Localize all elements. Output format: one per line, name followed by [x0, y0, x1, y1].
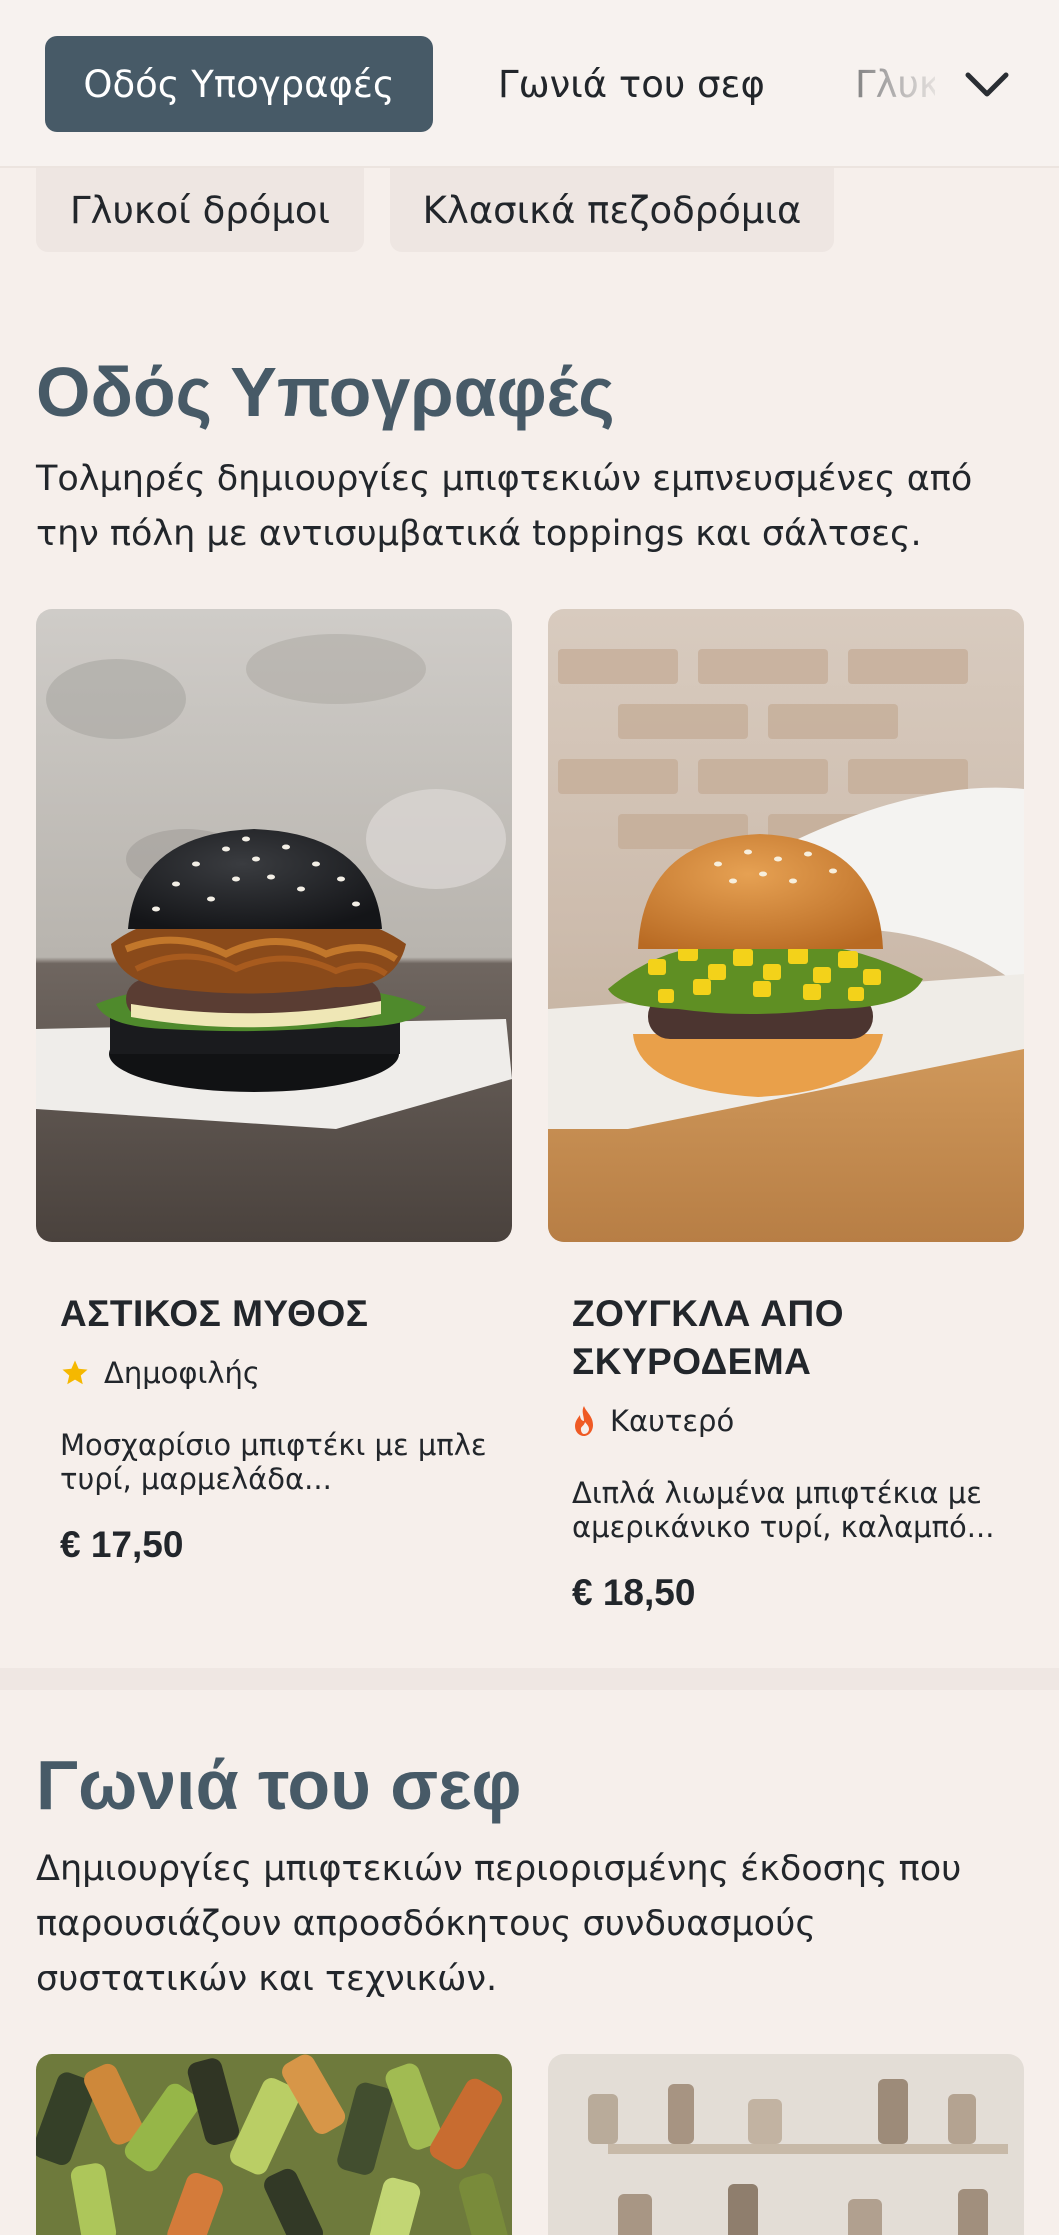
chip-classic-sidewalks[interactable]: Κλασικά πεζοδρόμια — [390, 168, 834, 252]
section-divider — [0, 1668, 1059, 1690]
burger-price: € 17,50 — [60, 1524, 184, 1565]
burger-image[interactable] — [548, 2054, 1024, 2235]
tab-signature-street[interactable]: Οδός Υπογραφές — [45, 36, 433, 132]
section-description: Δημιουργίες μπιφτεκιών περιορισμένης έκδ… — [36, 1849, 962, 1999]
section-description: Τολμηρές δημιουργίες μπιφτεκιών εμπνευσμ… — [36, 459, 973, 554]
category-nav: Οδός Υπογραφές Γωνιά του σεφ Γλυκ — [0, 0, 1059, 168]
burger-name: ΖΟΥΓΚΛΑ ΑΠΟ ΣΚΥΡΟΔΕΜΑ — [572, 1293, 845, 1382]
star-icon — [62, 1360, 88, 1385]
burger-image-urban-myth[interactable] — [36, 609, 512, 1242]
tab-chef-corner[interactable]: Γωνιά του σεφ — [498, 36, 765, 132]
burger-image-concrete-jungle[interactable] — [548, 609, 1024, 1242]
chip-sweet-streets[interactable]: Γλυκοί δρόμοι — [36, 168, 364, 252]
badge-label: Δημοφιλής — [104, 1356, 260, 1390]
burger-description: Διπλά λιωμένα μπιφτέκια με αμερικάνικο τ… — [572, 1476, 995, 1544]
section-title: Οδός Υπογραφές — [36, 353, 615, 431]
tab-sweet-streets[interactable]: Γλυκ — [855, 36, 935, 132]
chevron-down-icon[interactable] — [962, 60, 1012, 110]
burger-name: ΑΣΤΙΚΟΣ ΜΥΘΟΣ — [60, 1293, 369, 1334]
tab-sweet-label: Γλυκ — [855, 62, 935, 106]
spicy-badge: Καυτερό — [572, 1404, 734, 1438]
burger-image[interactable] — [36, 2054, 512, 2235]
burger-price: € 18,50 — [572, 1572, 696, 1613]
badge-label: Καυτερό — [610, 1404, 735, 1438]
flame-icon — [575, 1406, 593, 1436]
burger-description: Μοσχαρίσιο μπιφτέκι με μπλε τυρί, μαρμελ… — [60, 1428, 487, 1496]
popular-badge: Δημοφιλής — [60, 1356, 260, 1390]
section-title: Γωνιά του σεφ — [36, 1746, 522, 1824]
